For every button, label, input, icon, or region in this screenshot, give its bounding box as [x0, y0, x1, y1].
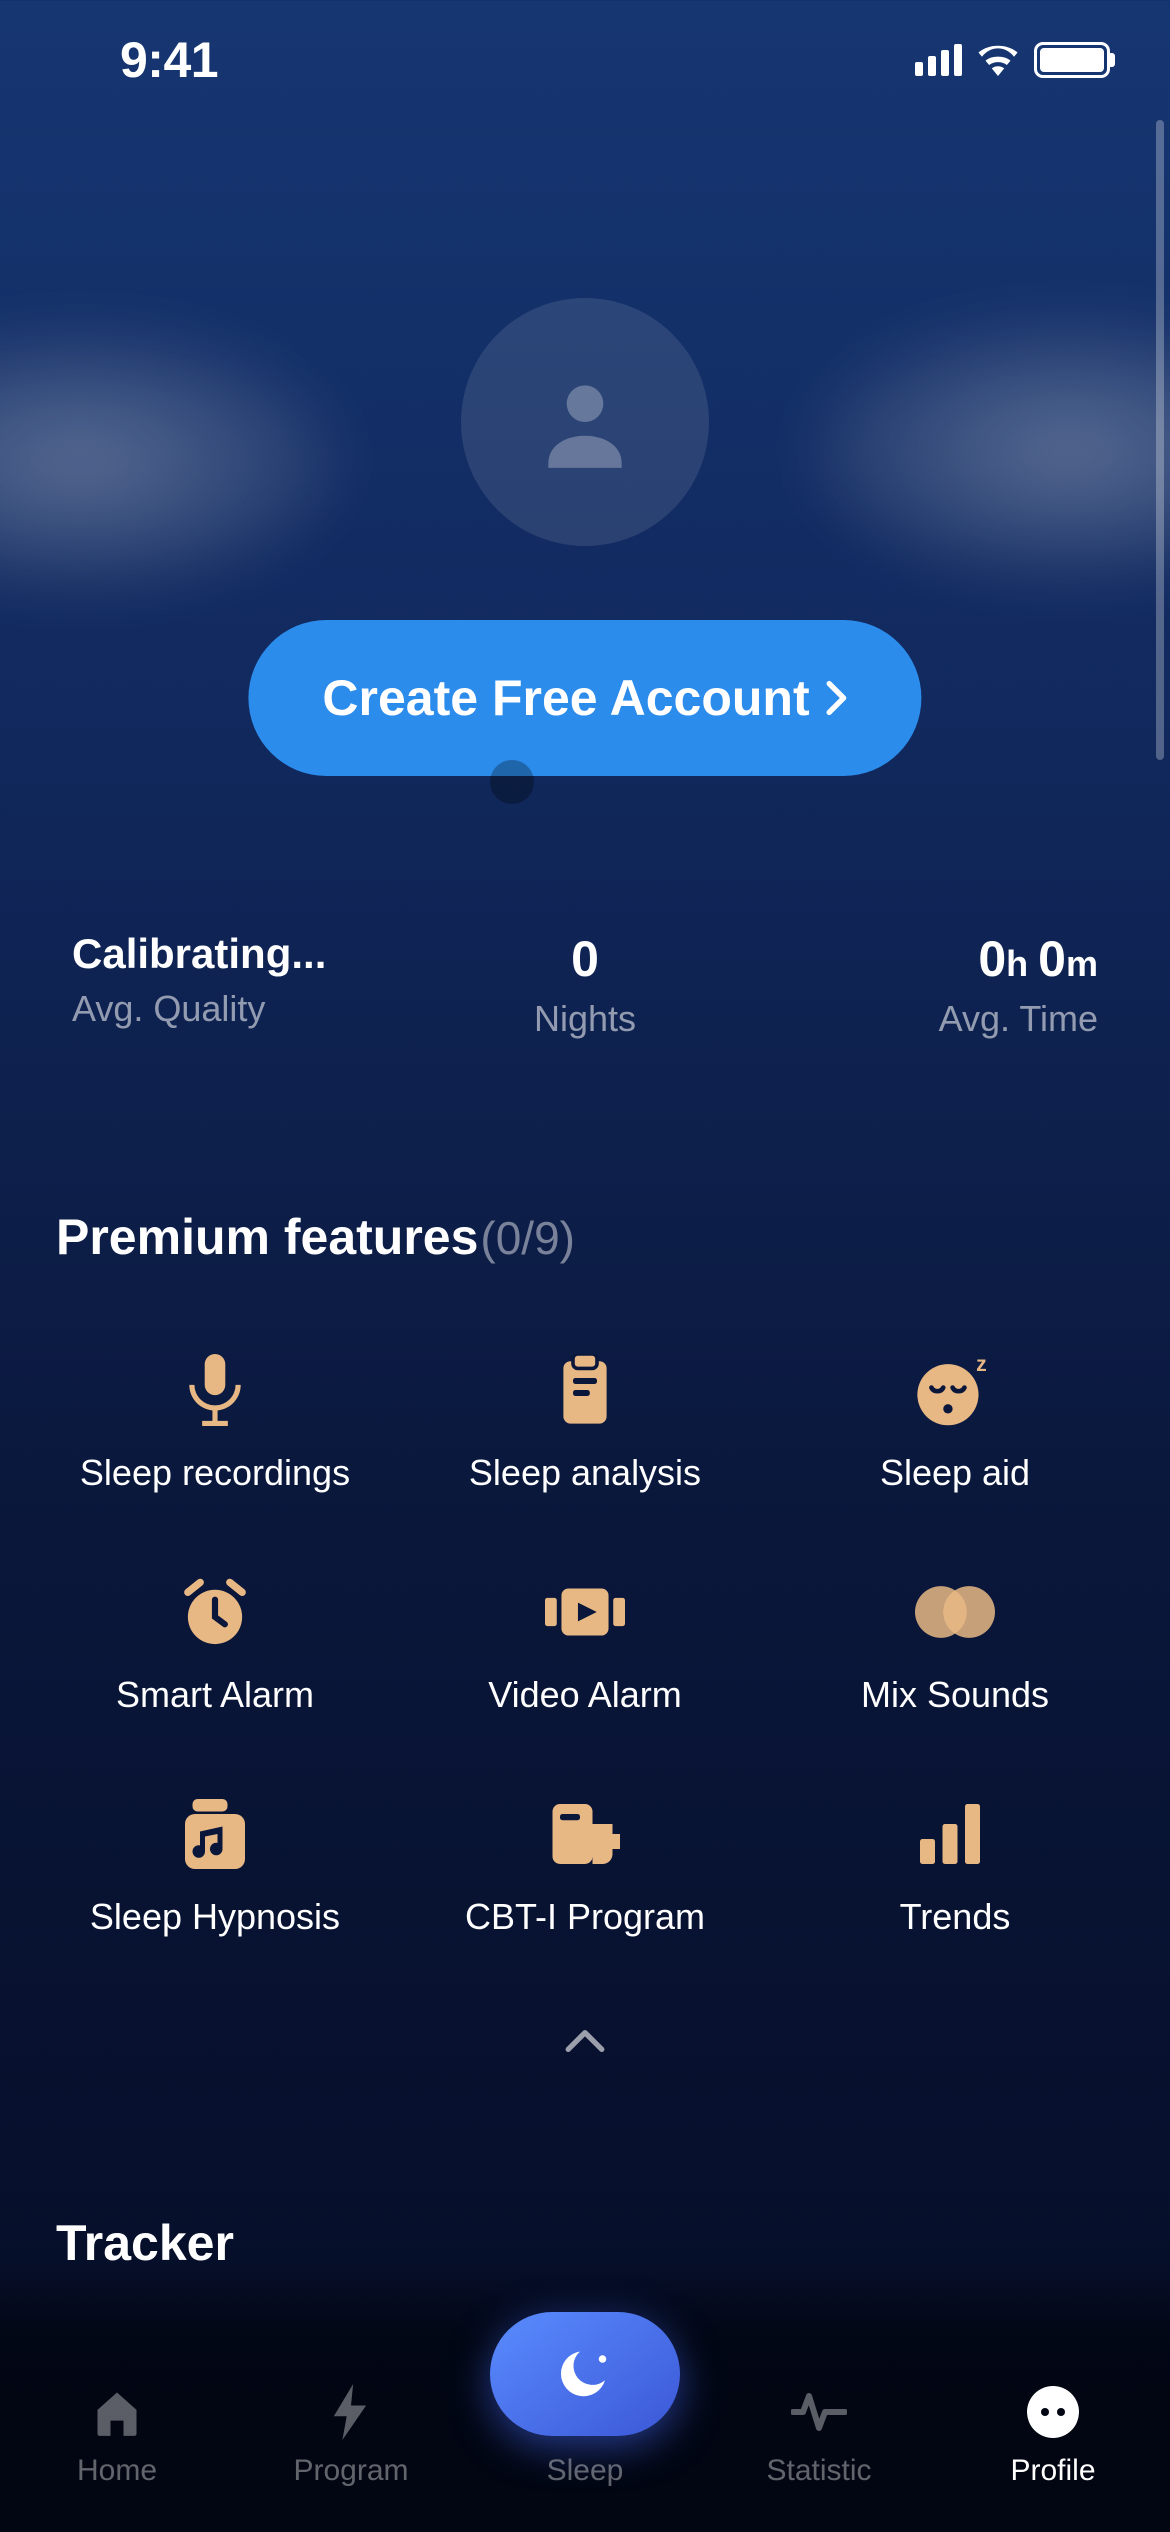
svg-text:z: z — [976, 1353, 987, 1376]
sleep-face-icon: z — [915, 1350, 995, 1430]
bolt-icon — [321, 2382, 381, 2442]
alarm-icon — [175, 1572, 255, 1652]
mic-icon — [175, 1350, 255, 1430]
status-time: 9:41 — [120, 31, 218, 89]
tab-home[interactable]: Home — [0, 2382, 234, 2488]
feature-bars[interactable]: Trends — [770, 1794, 1140, 1938]
stats-row: Calibrating... Avg. Quality 0 Nights 0h … — [0, 930, 1170, 1040]
create-account-button[interactable]: Create Free Account — [248, 620, 921, 776]
stat-nights[interactable]: 0 Nights — [414, 930, 756, 1040]
feature-alarm[interactable]: Smart Alarm — [30, 1572, 400, 1716]
feature-label: Sleep aid — [880, 1452, 1030, 1494]
premium-feature-grid: Sleep recordings Sleep analysis z Sleep aid… — [0, 1350, 1170, 1938]
premium-features-title: Premium features(0/9) — [56, 1208, 575, 1266]
feature-clipboard[interactable]: Sleep analysis — [400, 1350, 770, 1494]
home-icon — [87, 2382, 147, 2442]
decoration-dot — [490, 760, 534, 804]
tab-label: Program — [293, 2454, 408, 2488]
stat-value: 0 — [571, 930, 599, 988]
chevron-right-icon — [826, 680, 848, 716]
avatar-placeholder[interactable] — [461, 298, 709, 546]
stat-label: Avg. Quality — [72, 988, 265, 1030]
stat-avg-quality[interactable]: Calibrating... Avg. Quality — [60, 930, 414, 1040]
feature-label: Sleep analysis — [469, 1452, 701, 1494]
tab-label: Profile — [1010, 2454, 1095, 2488]
tab-program[interactable]: Program — [234, 2382, 468, 2488]
battery-icon — [1034, 42, 1110, 78]
cellular-signal-icon — [915, 44, 962, 76]
stat-label: Nights — [534, 998, 636, 1040]
feature-doc-cup[interactable]: CBT-I Program — [400, 1794, 770, 1938]
wifi-icon — [976, 44, 1020, 76]
status-bar: 9:41 — [0, 0, 1170, 120]
chevron-up-icon[interactable] — [564, 2028, 606, 2059]
stat-label: Avg. Time — [939, 998, 1098, 1040]
clipboard-icon — [545, 1350, 625, 1430]
feature-sleep-face[interactable]: z Sleep aid — [770, 1350, 1140, 1494]
music-box-icon — [175, 1794, 255, 1874]
pulse-icon — [789, 2382, 849, 2442]
tab-bar: Home Program Sleep Statistic Profile — [0, 2262, 1170, 2532]
tab-label: Sleep — [547, 2454, 624, 2488]
tab-profile[interactable]: Profile — [936, 2382, 1170, 2488]
person-icon — [530, 367, 640, 477]
feature-music-box[interactable]: Sleep Hypnosis — [30, 1794, 400, 1938]
stat-value: Calibrating... — [72, 930, 326, 978]
feature-label: Sleep recordings — [80, 1452, 350, 1494]
tab-label: Home — [77, 2454, 157, 2488]
stat-value: 0h 0m — [978, 930, 1098, 988]
feature-label: Trends — [900, 1896, 1011, 1938]
feature-label: Video Alarm — [488, 1674, 681, 1716]
feature-video[interactable]: Video Alarm — [400, 1572, 770, 1716]
cloud-decoration — [810, 320, 1170, 580]
tab-sleep[interactable]: Sleep — [468, 2312, 702, 2488]
cloud-decoration — [0, 330, 340, 590]
bars-icon — [915, 1794, 995, 1874]
feature-label: CBT-I Program — [465, 1896, 705, 1938]
tab-statistic[interactable]: Statistic — [702, 2382, 936, 2488]
feature-label: Mix Sounds — [861, 1674, 1049, 1716]
tab-label: Statistic — [766, 2454, 871, 2488]
doc-cup-icon — [545, 1794, 625, 1874]
create-account-label: Create Free Account — [322, 669, 809, 727]
stat-avg-time[interactable]: 0h 0m Avg. Time — [756, 930, 1110, 1040]
scrollbar[interactable] — [1156, 120, 1164, 760]
feature-venn[interactable]: Mix Sounds — [770, 1572, 1140, 1716]
venn-icon — [915, 1572, 995, 1652]
feature-label: Sleep Hypnosis — [90, 1896, 340, 1938]
feature-mic[interactable]: Sleep recordings — [30, 1350, 400, 1494]
feature-label: Smart Alarm — [116, 1674, 314, 1716]
video-icon — [545, 1572, 625, 1652]
moon-icon — [490, 2312, 680, 2436]
face-icon — [1023, 2382, 1083, 2442]
